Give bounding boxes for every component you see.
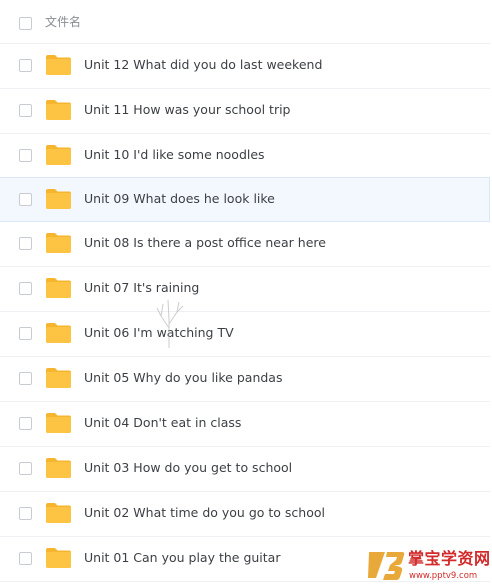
row-checkbox[interactable] [19,462,32,475]
site-logo-icon [368,552,405,580]
watermark-title: 掌宝学资网 [408,549,491,568]
folder-row[interactable]: Unit 12 What did you do last weekend [0,44,490,89]
file-list-header: 文件名 [0,0,490,44]
row-checkbox[interactable] [19,327,32,340]
folder-row[interactable]: Unit 09 What does he look like [0,177,490,222]
filename-column-header[interactable]: 文件名 [45,14,81,30]
folder-name[interactable]: Unit 11 How was your school trip [84,101,291,119]
select-all-checkbox[interactable] [19,17,32,30]
folder-icon [46,323,71,343]
folder-icon [46,503,71,523]
file-list: 文件名 Unit 12 What did you do last weekend… [0,0,492,588]
row-checkbox[interactable] [19,237,32,250]
folder-row[interactable]: Unit 02 What time do you go to school [0,492,490,537]
folder-icon [46,413,71,433]
folder-name[interactable]: Unit 04 Don't eat in class [84,414,241,432]
folder-name[interactable]: Unit 10 I'd like some noodles [84,146,265,164]
row-checkbox[interactable] [19,372,32,385]
folder-row[interactable]: Unit 07 It's raining [0,267,490,312]
folder-icon [46,55,71,75]
folder-row[interactable]: Unit 08 Is there a post office near here [0,222,490,267]
row-checkbox[interactable] [19,104,32,117]
folder-name[interactable]: Unit 05 Why do you like pandas [84,369,282,387]
row-checkbox[interactable] [19,149,32,162]
folder-row[interactable]: Unit 05 Why do you like pandas [0,357,490,402]
folder-icon [46,233,71,253]
folder-icon [46,368,71,388]
row-checkbox[interactable] [19,552,32,565]
folder-row[interactable]: Unit 10 I'd like some noodles [0,134,490,179]
folder-row[interactable]: Unit 06 I'm watching TV [0,312,490,357]
folder-name[interactable]: Unit 01 Can you play the guitar [84,549,280,567]
row-checkbox[interactable] [19,507,32,520]
row-checkbox[interactable] [19,282,32,295]
row-checkbox[interactable] [19,59,32,72]
folder-name[interactable]: Unit 12 What did you do last weekend [84,56,322,74]
folder-name[interactable]: Unit 08 Is there a post office near here [84,234,326,252]
folder-row[interactable]: Unit 03 How do you get to school [0,447,490,492]
folder-row[interactable]: Unit 04 Don't eat in class [0,402,490,447]
folder-row[interactable]: Unit 11 How was your school trip [0,89,490,134]
watermark-url: www.pptv9.com [409,571,478,581]
folder-icon [46,145,71,165]
folder-icon [46,548,71,568]
folder-name[interactable]: Unit 03 How do you get to school [84,459,292,477]
folder-icon [46,458,71,478]
folder-icon [46,278,71,298]
folder-name[interactable]: Unit 09 What does he look like [84,190,275,208]
faint-tree-watermark-icon [156,299,184,348]
site-watermark: 掌宝学资网 www.pptv9.com [366,548,490,586]
folder-icon [46,189,71,209]
row-checkbox[interactable] [19,193,32,206]
row-checkbox[interactable] [19,417,32,430]
folder-name[interactable]: Unit 02 What time do you go to school [84,504,325,522]
folder-icon [46,100,71,120]
